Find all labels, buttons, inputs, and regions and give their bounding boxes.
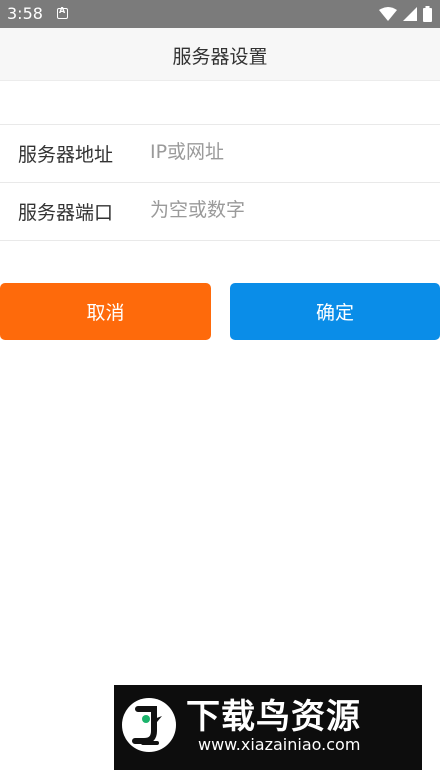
server-address-input[interactable] [150, 134, 420, 170]
status-icons [379, 5, 432, 23]
watermark-banner: 下载鸟资源 www.xiazainiao.com [114, 685, 422, 770]
notification-a-icon [57, 6, 68, 19]
watermark-url: www.xiazainiao.com [198, 735, 361, 754]
status-time: 3:58 [7, 4, 43, 23]
watermark-title: 下载鸟资源 [186, 697, 361, 737]
page-title: 服务器设置 [172, 46, 268, 68]
server-port-row: 服务器端口 [0, 182, 440, 240]
wifi-icon [379, 7, 397, 21]
divider [0, 240, 440, 241]
bird-logo-icon [122, 698, 176, 752]
server-address-row: 服务器地址 [0, 124, 440, 182]
divider [0, 124, 440, 125]
server-port-input[interactable] [150, 192, 420, 228]
title-bar: 服务器设置 [0, 28, 440, 81]
divider [0, 182, 440, 183]
status-bar: 3:58 [0, 0, 440, 28]
battery-icon [423, 6, 432, 22]
server-address-label: 服务器地址 [18, 144, 114, 166]
server-port-label: 服务器端口 [18, 202, 114, 224]
confirm-button[interactable]: 确定 [230, 283, 440, 340]
cancel-button[interactable]: 取消 [0, 283, 211, 340]
cell-signal-icon [403, 7, 417, 21]
